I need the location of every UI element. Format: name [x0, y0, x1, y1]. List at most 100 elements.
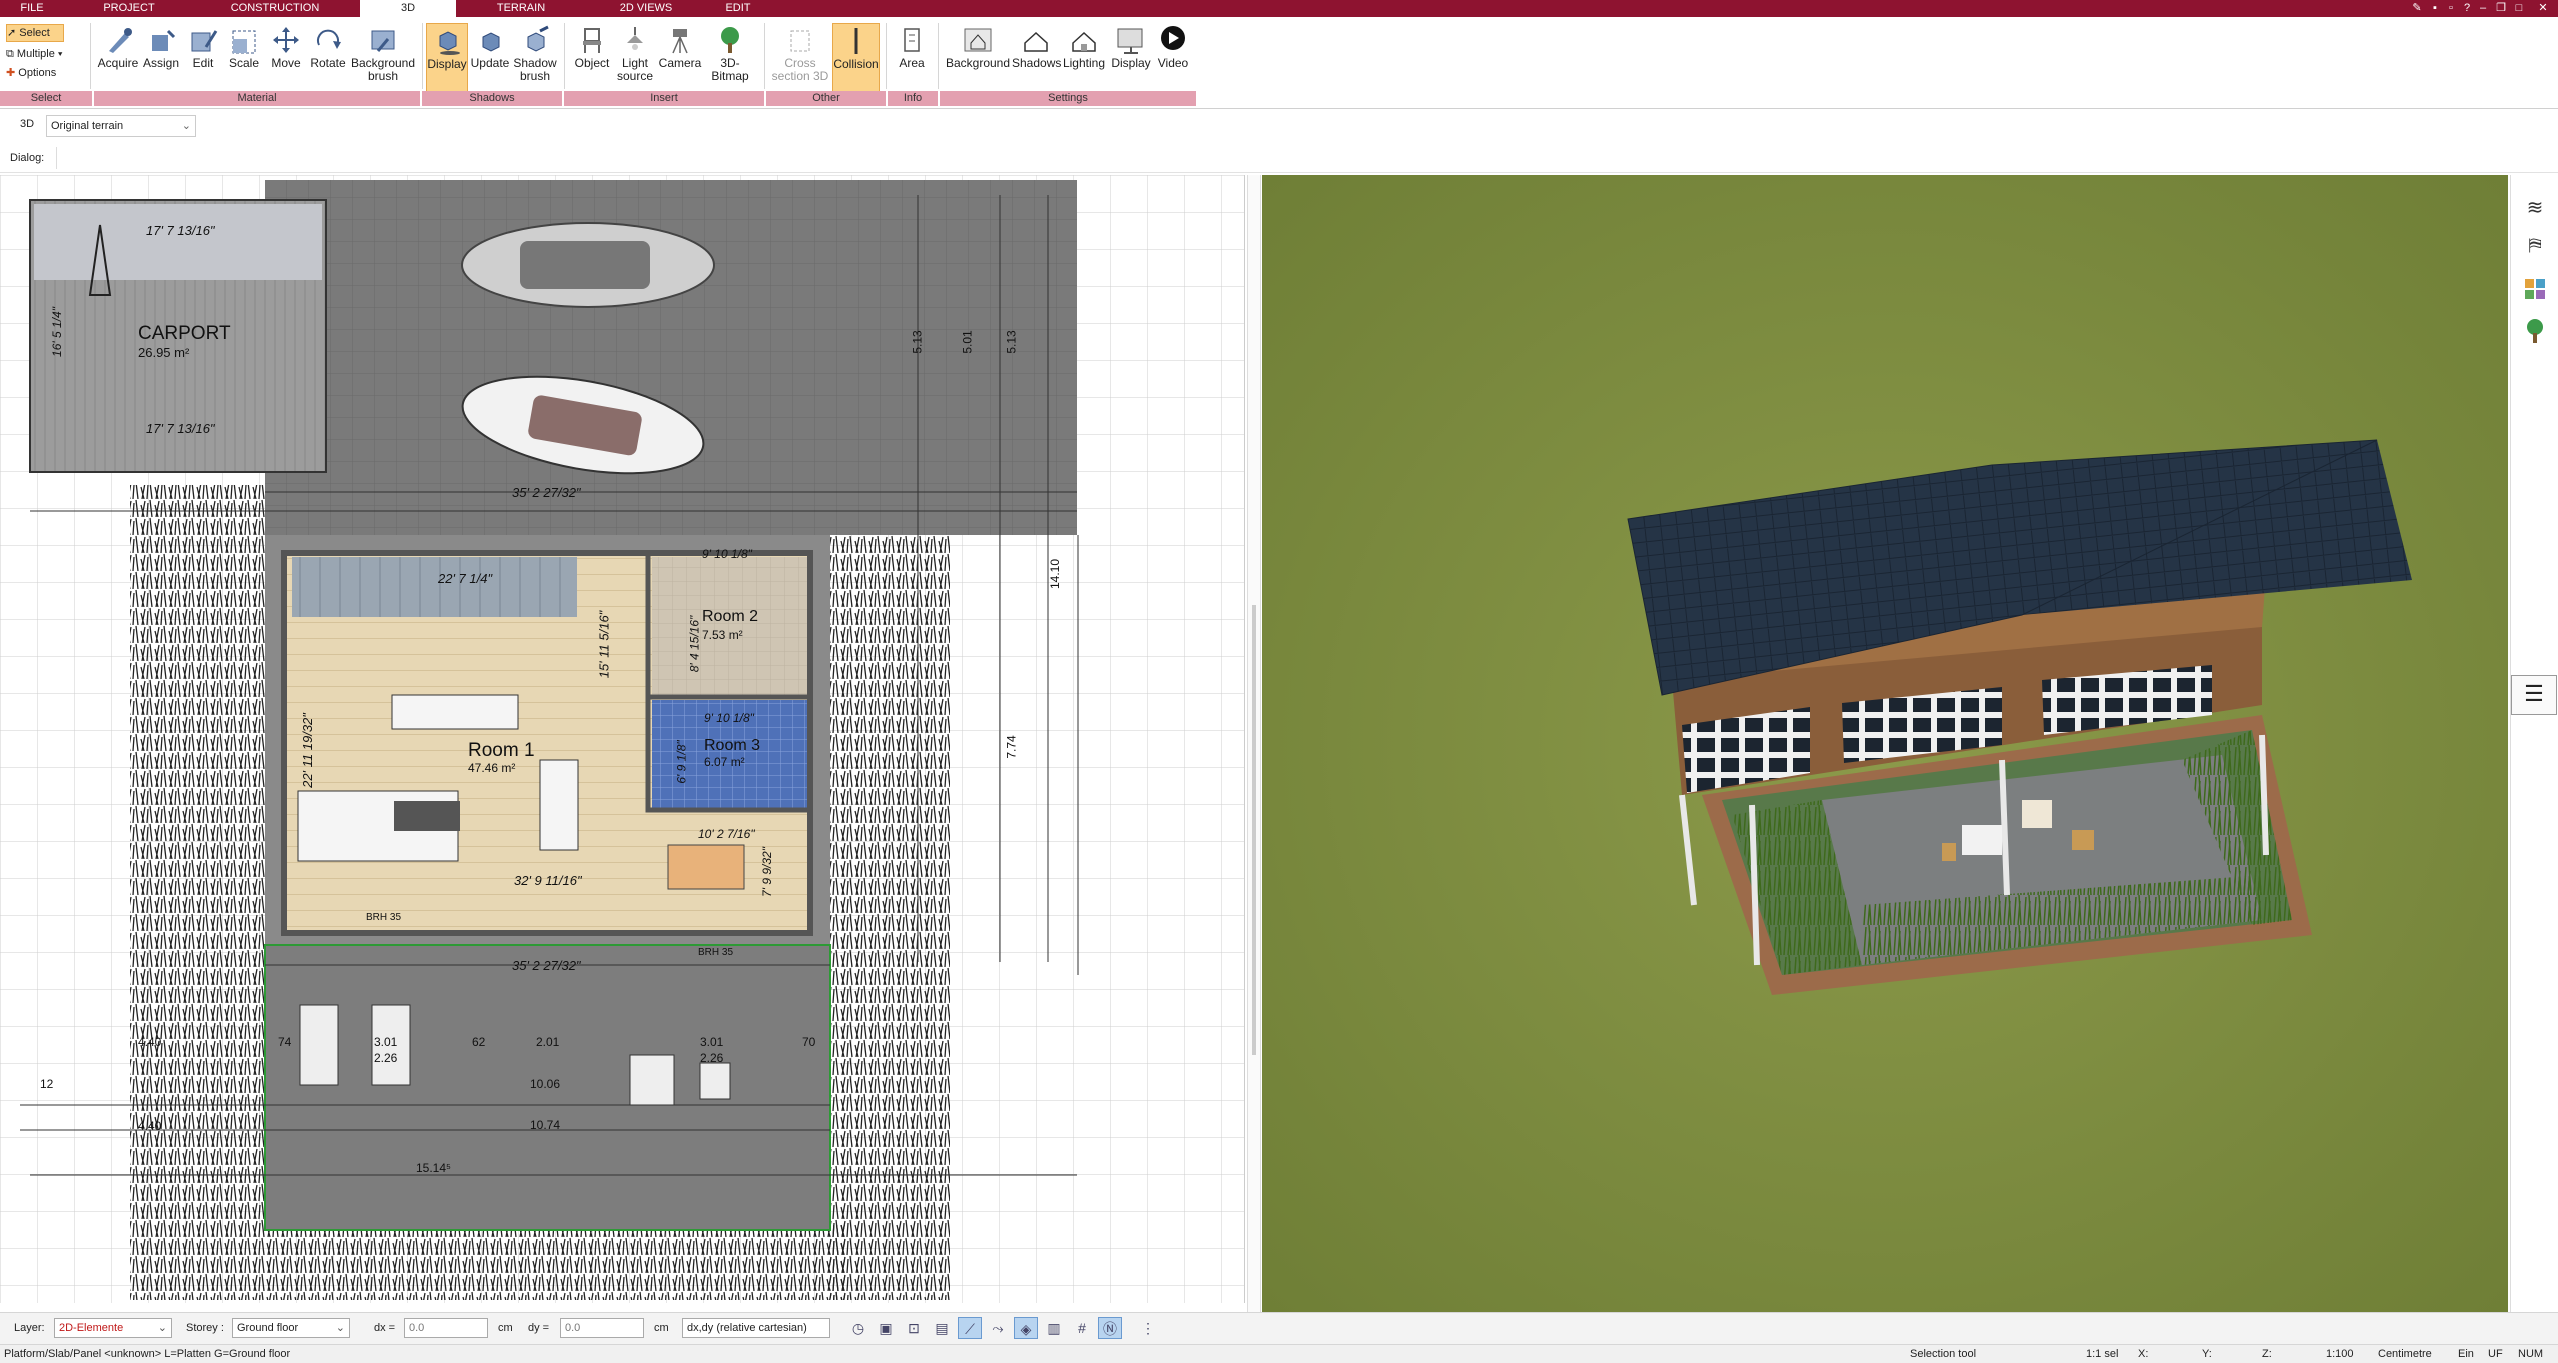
acquire-button[interactable]: Acquire [96, 23, 140, 93]
north-icon[interactable]: Ⓝ [1098, 1317, 1122, 1339]
tab-edit[interactable]: EDIT [718, 0, 758, 17]
coordinate-mode-select[interactable]: dx,dy (relative cartesian) [682, 1318, 830, 1338]
snap-angle-icon[interactable]: ⤳ [986, 1317, 1010, 1339]
status-scale: 1:100 [2326, 1348, 2354, 1360]
cube-shadow-icon [430, 26, 464, 56]
select-tool-button[interactable]: ➚ Select [6, 24, 64, 42]
ribbon: ➚ Select ⧉ Multiple ▾ ✚ Options Acquire … [0, 17, 2558, 109]
dim-32: 32' 9 11/16" [514, 873, 582, 888]
snap-lines-icon[interactable]: ⟋ [958, 1317, 982, 1339]
room3-area: 6.07 m² [704, 755, 745, 769]
layer-select[interactable]: 2D-Elemente ⌄ [54, 1318, 172, 1338]
dialog-label: Dialog: [10, 152, 45, 164]
terrace-dim-440b: 4.40 [138, 1119, 162, 1133]
status-num: NUM [2518, 1348, 2544, 1360]
terrace-dim-1074: 10.74 [530, 1118, 561, 1132]
clock-icon[interactable]: ◷ [846, 1317, 870, 1339]
camera-button[interactable]: Camera [658, 23, 702, 93]
shadows-settings-button[interactable]: Shadows [1012, 23, 1061, 93]
group-label-other: Other [766, 91, 886, 106]
window-minimize-icon[interactable]: – [2476, 1, 2490, 15]
background-brush-button[interactable]: Background brush [350, 23, 416, 93]
move-button[interactable]: Move [266, 23, 306, 93]
status-message: Platform/Slab/Panel <unknown> L=Platten … [4, 1348, 291, 1360]
view-mode-row: 3D Original terrain ⌄ [0, 114, 2558, 140]
display-shadows-button[interactable]: Display [426, 23, 468, 93]
window-restore-icon[interactable]: ❐ [2494, 1, 2508, 15]
tree-icon [713, 25, 747, 55]
room1-area: 47.46 m² [468, 761, 516, 775]
dim-5-13b: 5.13 [1004, 330, 1019, 354]
rotate-icon [311, 25, 345, 55]
assign-button[interactable]: Assign [140, 23, 182, 93]
background-settings-button[interactable]: Background [944, 23, 1012, 93]
dx-input[interactable]: 0.0 [404, 1318, 488, 1338]
dy-input[interactable]: 0.0 [560, 1318, 644, 1338]
house-shadow-icon [1019, 25, 1053, 55]
carport-dim-bottom: 17' 7 13/16" [146, 421, 215, 436]
ribbon-separator [764, 23, 765, 89]
storey-select[interactable]: Ground floor ⌄ [232, 1318, 350, 1338]
rotate-button[interactable]: Rotate [306, 23, 350, 93]
terrace-dim-12: 12 [40, 1077, 54, 1091]
ribbon-separator [422, 23, 423, 89]
snap-walls-icon[interactable]: ▥ [1042, 1317, 1066, 1339]
options-button[interactable]: ✚ Options [6, 65, 56, 81]
3d-bitmap-button[interactable]: 3D-Bitmap [702, 23, 758, 93]
menu-icon[interactable]: ☰ [2511, 675, 2557, 715]
chair-icon [575, 25, 609, 55]
window-maximize-icon[interactable]: □ [2512, 1, 2526, 15]
paint-bucket-icon [144, 25, 178, 55]
carport-dim-side: 16' 5 1/4" [49, 307, 64, 357]
area-button[interactable]: Area [892, 23, 932, 93]
status-tool: Selection tool [1910, 1348, 1977, 1360]
edit-button[interactable]: Edit [184, 23, 222, 93]
light-source-button[interactable]: Light source [614, 23, 656, 93]
snap-points-icon[interactable]: ⊡ [902, 1317, 926, 1339]
display-settings-button[interactable]: Display [1108, 23, 1154, 93]
window-icon[interactable]: ▪ [2428, 1, 2442, 15]
scale-button[interactable]: Scale [224, 23, 264, 93]
layer-label: Layer: [14, 1322, 45, 1334]
layers-icon[interactable]: ≋ [2521, 195, 2549, 223]
floor-plan-view[interactable]: 17' 7 13/16" CARPORT 26.95 m² 17' 7 13/1… [0, 175, 1245, 1303]
group-label-material: Material [94, 91, 420, 106]
shadow-brush-button[interactable]: Shadow brush [512, 23, 558, 93]
lighting-settings-button[interactable]: Lighting [1060, 23, 1108, 93]
cursor-icon: ➚ [7, 27, 17, 39]
materials-icon[interactable] [2521, 275, 2549, 303]
insert-object-button[interactable]: Object [570, 23, 614, 93]
tab-file[interactable]: FILE [10, 0, 54, 17]
snap-objects-icon[interactable]: ◈ [1014, 1317, 1038, 1339]
plants-icon[interactable] [2521, 317, 2549, 345]
tab-2d-views[interactable]: 2D VIEWS [608, 0, 684, 17]
window-close-icon[interactable]: ✕ [2536, 1, 2550, 15]
cross-section-3d-button[interactable]: Cross section 3D [770, 23, 830, 93]
tools-icon[interactable]: ✎ [2410, 1, 2424, 15]
storey-label: Storey : [186, 1322, 224, 1334]
help-icon[interactable]: ? [2460, 1, 2474, 15]
tab-terrain[interactable]: TERRAIN [486, 0, 556, 17]
brh-label-2: BRH 35 [698, 947, 734, 958]
menu-tab-bar: FILE PROJECT CONSTRUCTION 3D TERRAIN 2D … [0, 0, 2558, 17]
grid-icon[interactable]: # [1070, 1317, 1094, 1339]
restore-icon[interactable]: ▫ [2444, 1, 2458, 15]
video-button[interactable]: Video [1154, 23, 1192, 93]
view-splitter[interactable] [1247, 175, 1261, 1312]
furniture-icon[interactable]: ⛿ [2521, 235, 2549, 263]
multi-select-icon: ⧉ [6, 48, 14, 60]
more-options-icon[interactable]: ⋮ [1136, 1317, 1160, 1339]
ribbon-separator [886, 23, 887, 89]
status-unit: Centimetre [2378, 1348, 2432, 1360]
tab-construction[interactable]: CONSTRUCTION [220, 0, 330, 17]
terrain-select[interactable]: Original terrain ⌄ [46, 115, 196, 137]
tab-project[interactable]: PROJECT [98, 0, 160, 17]
update-button[interactable]: Update [470, 23, 510, 93]
collision-button[interactable]: Collision [832, 23, 880, 93]
dim-22-7: 22' 7 1/4" [438, 571, 493, 586]
multiple-dropdown[interactable]: ⧉ Multiple ▾ [6, 46, 63, 62]
snap-layers-icon[interactable]: ▤ [930, 1317, 954, 1339]
snap-grid-icon[interactable]: ▣ [874, 1317, 898, 1339]
3d-view[interactable] [1262, 175, 2508, 1312]
tab-3d[interactable]: 3D [360, 0, 456, 17]
